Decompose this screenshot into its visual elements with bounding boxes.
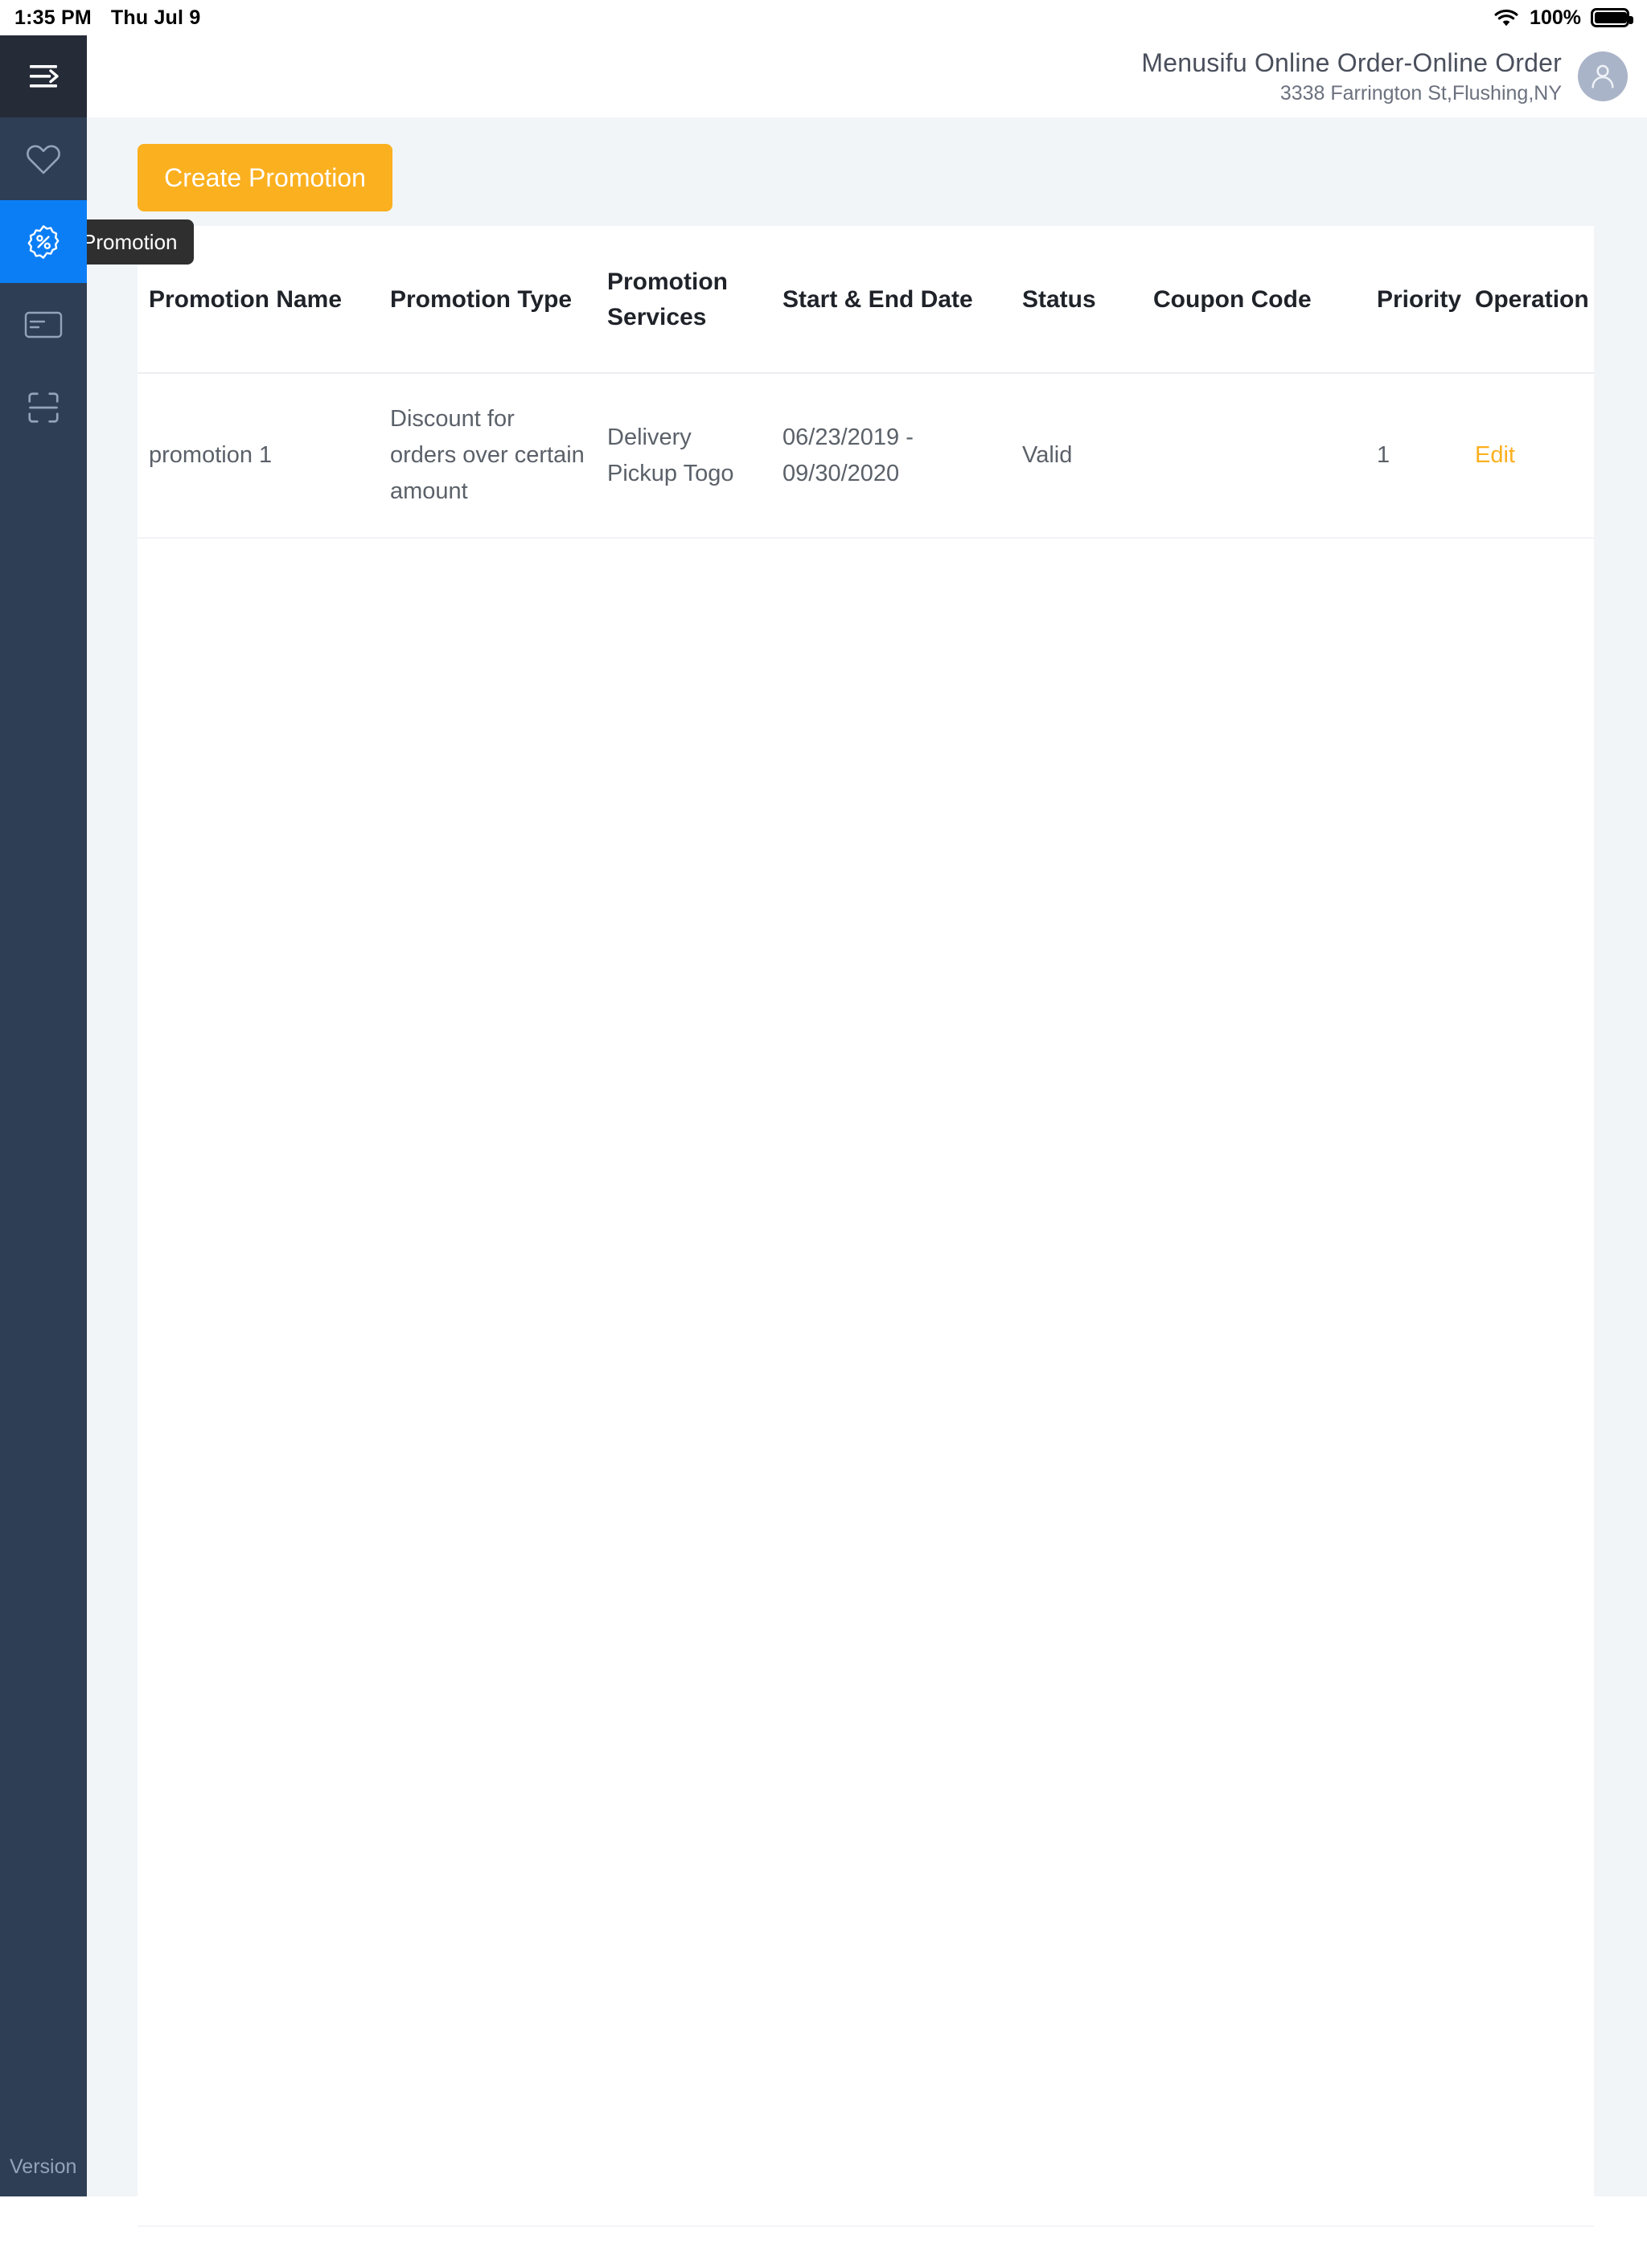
sidebar-menu-toggle[interactable] [0, 35, 87, 117]
status-bar-date: Thu Jul 9 [110, 6, 201, 29]
scan-frame-icon [28, 392, 59, 423]
app-header: Menusifu Online Order-Online Order 3338 … [87, 35, 1647, 117]
column-header-priority[interactable]: Priority [1366, 226, 1464, 374]
ios-status-bar: 1:35 PM Thu Jul 9 100% [0, 0, 1647, 35]
table-empty-filler-cell [138, 538, 1594, 2227]
cell-start-end-date: 06/23/2019 - 09/30/2020 [771, 373, 1011, 539]
cell-status: Valid [1011, 373, 1142, 539]
percent-badge-icon [27, 224, 60, 259]
table-header-row: Promotion Name Promotion Type Promotion … [138, 226, 1594, 374]
cell-promotion-services: Delivery Pickup Togo [596, 373, 771, 539]
column-header-start-end-date[interactable]: Start & End Date [771, 226, 1011, 374]
header-right: Menusifu Online Order-Online Order 3338 … [1141, 35, 1628, 117]
avatar[interactable] [1578, 51, 1628, 101]
sidebar-item-payment[interactable] [0, 283, 87, 366]
main-content: Create Promotion Promotion Promotion Nam… [66, 117, 1647, 2268]
sidebar-item-promotion[interactable] [0, 200, 87, 283]
cell-priority: 1 [1366, 373, 1464, 539]
column-header-promotion-services[interactable]: Promotion Services [596, 226, 771, 374]
table-row[interactable]: promotion 1 Discount for orders over cer… [138, 373, 1594, 539]
sidebar-version-label: Version [10, 2155, 77, 2178]
store-address: 3338 Farrington St,Flushing,NY [1279, 82, 1562, 105]
cell-promotion-name: promotion 1 [138, 373, 379, 539]
menu-arrow-icon [30, 65, 59, 88]
create-promotion-button[interactable]: Create Promotion [138, 144, 392, 211]
cell-promotion-type: Discount for orders over certain amount [379, 373, 596, 539]
column-header-operation[interactable]: Operation [1464, 226, 1594, 374]
table-body: promotion 1 Discount for orders over cer… [138, 373, 1594, 2227]
sidebar-item-favorites[interactable] [0, 117, 87, 200]
battery-full-icon [1591, 8, 1633, 27]
table-header: Promotion Name Promotion Type Promotion … [138, 226, 1594, 374]
edit-link[interactable]: Edit [1475, 442, 1515, 468]
heart-icon [27, 144, 60, 174]
credit-card-icon [24, 311, 63, 338]
header-text-block: Menusifu Online Order-Online Order 3338 … [1141, 47, 1562, 106]
sidebar-item-scan[interactable] [0, 366, 87, 449]
battery-percent-label: 100% [1530, 6, 1581, 29]
cell-coupon-code [1142, 373, 1366, 539]
status-bar-time: 1:35 PM [14, 6, 92, 29]
promotions-table: Promotion Name Promotion Type Promotion … [138, 226, 1594, 2227]
status-bar-left: 1:35 PM Thu Jul 9 [14, 6, 200, 30]
user-avatar-icon [1592, 64, 1614, 88]
column-header-coupon-code[interactable]: Coupon Code [1142, 226, 1366, 374]
status-bar-right: 100% [1493, 6, 1633, 30]
column-header-promotion-type[interactable]: Promotion Type [379, 226, 596, 374]
page-title: Menusifu Online Order-Online Order [1141, 48, 1562, 77]
cell-operation: Edit [1464, 373, 1594, 539]
column-header-status[interactable]: Status [1011, 226, 1142, 374]
sidebar: Version [0, 35, 87, 2196]
wifi-icon [1494, 9, 1518, 27]
promotions-table-card: Promotion Name Promotion Type Promotion … [138, 226, 1594, 2268]
table-empty-filler [138, 538, 1594, 2227]
